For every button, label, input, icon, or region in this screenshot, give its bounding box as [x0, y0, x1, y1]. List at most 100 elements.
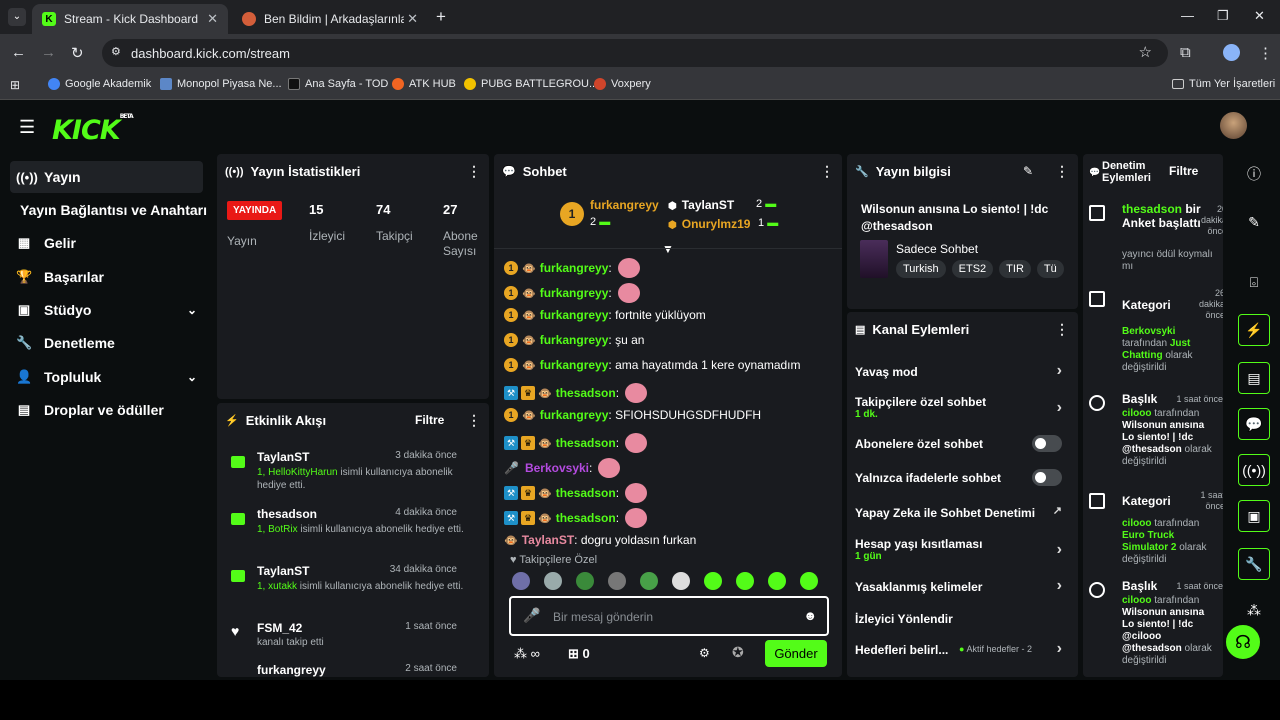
host-viewers[interactable]: İzleyici Yönlendir — [855, 612, 1070, 626]
emote-bar[interactable] — [512, 572, 832, 595]
emote-icon — [625, 433, 648, 453]
chat-icon[interactable]: 💬 — [1238, 408, 1270, 440]
chat-input[interactable]: 🎤 Bir mesaj gönderin ☻ — [509, 596, 829, 636]
chat-username[interactable]: TaylanST — [522, 533, 574, 547]
user-avatar[interactable] — [1220, 112, 1247, 139]
chat-username[interactable]: furkangreyy — [540, 286, 609, 300]
emotes-only-chat[interactable]: Yalnızca ifadelerle sohbet — [855, 469, 1070, 486]
emoji-picker-icon[interactable]: ☻ — [803, 608, 817, 623]
banned-words[interactable]: Yasaklanmış kelimeler › — [855, 577, 1070, 594]
lightning-icon[interactable]: ⚡ — [1238, 314, 1270, 346]
info-icon[interactable]: ⓘ — [1238, 158, 1270, 190]
bot-icon[interactable]: ✪ — [732, 644, 744, 661]
gifter-2[interactable]: ⬢ TaylanST — [668, 198, 734, 212]
tab-kick-dashboard[interactable]: K Stream - Kick Dashboard ✕ — [32, 4, 228, 34]
chat-username[interactable]: furkangreyy — [540, 261, 609, 275]
chat-username[interactable]: thesadson — [556, 486, 616, 500]
slow-mode[interactable]: Yavaş mod › — [855, 362, 1070, 379]
maximize-icon[interactable]: ❐ — [1217, 8, 1229, 24]
screenshot-icon[interactable]: ⌻ — [1238, 266, 1270, 298]
tab-ben-bildim[interactable]: Ben Bildim | Arkadaşlarınla Onli ✕ — [232, 4, 428, 34]
bookmark-tod[interactable]: Ana Sayfa - TOD — [288, 78, 388, 90]
edit-icon[interactable]: ✎ — [1238, 206, 1270, 238]
bookmark-monopol[interactable]: Monopol Piyasa Ne... — [160, 78, 282, 90]
microphone-icon[interactable]: 🎤 — [523, 607, 540, 624]
more-options-icon[interactable]: ⋮ — [1055, 321, 1069, 338]
bookmark-voxpery[interactable]: Voxpery — [594, 78, 651, 90]
wrench-icon[interactable]: 🔧 — [1238, 548, 1270, 580]
gifter-3-count: 1 ▬ — [758, 217, 779, 229]
top-gifter-badge: 1 — [560, 202, 584, 226]
tag: TIR — [999, 260, 1031, 278]
follower-label: Takipçi — [376, 229, 413, 243]
address-bar[interactable]: ⚙ dashboard.kick.com/stream ☆ — [102, 39, 1168, 67]
browser-menu-icon[interactable]: ⋮ — [1258, 44, 1273, 62]
reload-icon[interactable]: ↻ — [71, 44, 84, 62]
extensions-icon[interactable]: ⧉ — [1180, 44, 1191, 61]
tab-search-icon[interactable]: ⌄ — [8, 8, 26, 26]
apps-icon[interactable]: ⊞ — [10, 78, 20, 92]
followers-only-chat[interactable]: Takipçilere özel sohbet 1 dk. › — [855, 395, 1070, 420]
set-goals[interactable]: Hedefleri belirl... ● Aktif hedefler - 2 › — [855, 640, 1070, 657]
more-options-icon[interactable]: ⋮ — [467, 163, 481, 180]
site-info-icon[interactable]: ⚙ — [111, 45, 121, 58]
top-gifter-name[interactable]: furkangreyy — [590, 198, 659, 212]
ai-moderation[interactable]: Yapay Zeka ile Sohbet Denetimi ↗ — [855, 505, 1070, 520]
bookmark-atk-hub[interactable]: ATK HUB — [392, 78, 456, 90]
bookmark-star-icon[interactable]: ☆ — [1139, 43, 1152, 61]
send-button[interactable]: Gönder — [765, 640, 827, 667]
stream-stats-panel: ((•)) Yayın İstatistikleri ⋮ YAYINDA Yayı… — [217, 154, 489, 399]
hamburger-menu-icon[interactable]: ☰ — [19, 117, 35, 138]
chat-username[interactable]: furkangreyy — [540, 308, 609, 322]
close-window-icon[interactable]: ✕ — [1254, 8, 1265, 24]
forward-icon[interactable]: → — [41, 44, 56, 61]
more-options-icon[interactable]: ⋮ — [1055, 163, 1069, 180]
kick-favicon-icon: K — [42, 12, 56, 26]
new-tab-icon[interactable]: + — [436, 7, 446, 27]
document-icon[interactable]: ▤ — [1238, 362, 1270, 394]
followers-only-label: ♥ Takipçilere Özel — [510, 554, 598, 566]
chat-username[interactable]: furkangreyy — [540, 333, 609, 347]
mod-filter-button[interactable]: Filtre — [1169, 164, 1198, 178]
chat-username[interactable]: thesadson — [556, 511, 616, 525]
external-link-icon: ↗ — [1052, 505, 1062, 517]
sidebar-item-stream-key[interactable]: Yayın Bağlantısı ve Anahtarı — [20, 194, 220, 226]
tag-list: Turkish ETS2 TIR Tü — [896, 260, 1064, 278]
sidebar-item-denetleme[interactable]: 🔧 Denetleme — [10, 327, 203, 359]
account-age-restriction[interactable]: Hesap yaşı kısıtlaması 1 gün › — [855, 537, 1070, 562]
sidebar-item-gelir[interactable]: ▦ Gelir — [10, 227, 203, 259]
sidebar-item-basarilar[interactable]: 🏆 Başarılar — [10, 261, 203, 293]
kick-logo[interactable]: KICKBETA — [52, 113, 134, 146]
bookmark-pubg[interactable]: PUBG BATTLEGROU... — [464, 78, 598, 90]
activity-filter-button[interactable]: Filtre — [415, 413, 444, 427]
points-infinity-icon[interactable]: ⁂ ∞ — [514, 646, 540, 662]
chat-username[interactable]: furkangreyy — [540, 358, 609, 372]
close-tab-icon[interactable]: ✕ — [407, 11, 418, 27]
edit-pencil-icon[interactable]: ✎ — [1023, 164, 1033, 178]
sidebar-item-studyo[interactable]: ▣ Stüdyo ⌄ — [10, 294, 203, 326]
close-tab-icon[interactable]: ✕ — [207, 11, 218, 27]
sidebar-item-topluluk[interactable]: 👤 Topluluk ⌄ — [10, 361, 203, 393]
support-headset-icon[interactable]: ☊ — [1223, 622, 1263, 662]
more-options-icon[interactable]: ⋮ — [820, 163, 834, 180]
sidebar-item-droplar[interactable]: ▤ Droplar ve ödüller — [10, 394, 203, 426]
bookmark-google-akademik[interactable]: Google Akademik — [48, 78, 151, 90]
points-store[interactable]: ⊞ 0 — [568, 646, 590, 662]
chat-username[interactable]: Berkovsyki — [525, 461, 589, 475]
more-options-icon[interactable]: ⋮ — [467, 412, 481, 429]
video-icon[interactable]: ▣ — [1238, 500, 1270, 532]
minimize-icon[interactable]: — — [1181, 8, 1194, 23]
profile-avatar[interactable] — [1223, 44, 1240, 61]
chat-username[interactable]: thesadson — [556, 386, 616, 400]
chat-username[interactable]: thesadson — [556, 436, 616, 450]
broadcast-icon[interactable]: ((•)) — [1238, 454, 1270, 486]
gifter-3[interactable]: ⬢ Onurylmz19 — [668, 217, 750, 231]
user-edit-icon — [1089, 582, 1105, 598]
all-bookmarks[interactable]: Tüm Yer İşaretleri — [1172, 78, 1275, 90]
gifter-badge-icon: 1 — [504, 358, 518, 372]
subscribers-only-chat[interactable]: Abonelere özel sohbet — [855, 435, 1070, 452]
chat-settings-icon[interactable]: ⚙ — [699, 646, 710, 660]
chat-username[interactable]: furkangreyy — [540, 408, 609, 422]
back-icon[interactable]: ← — [11, 44, 26, 61]
sidebar-item-yayin[interactable]: ((•)) Yayın — [10, 161, 203, 193]
